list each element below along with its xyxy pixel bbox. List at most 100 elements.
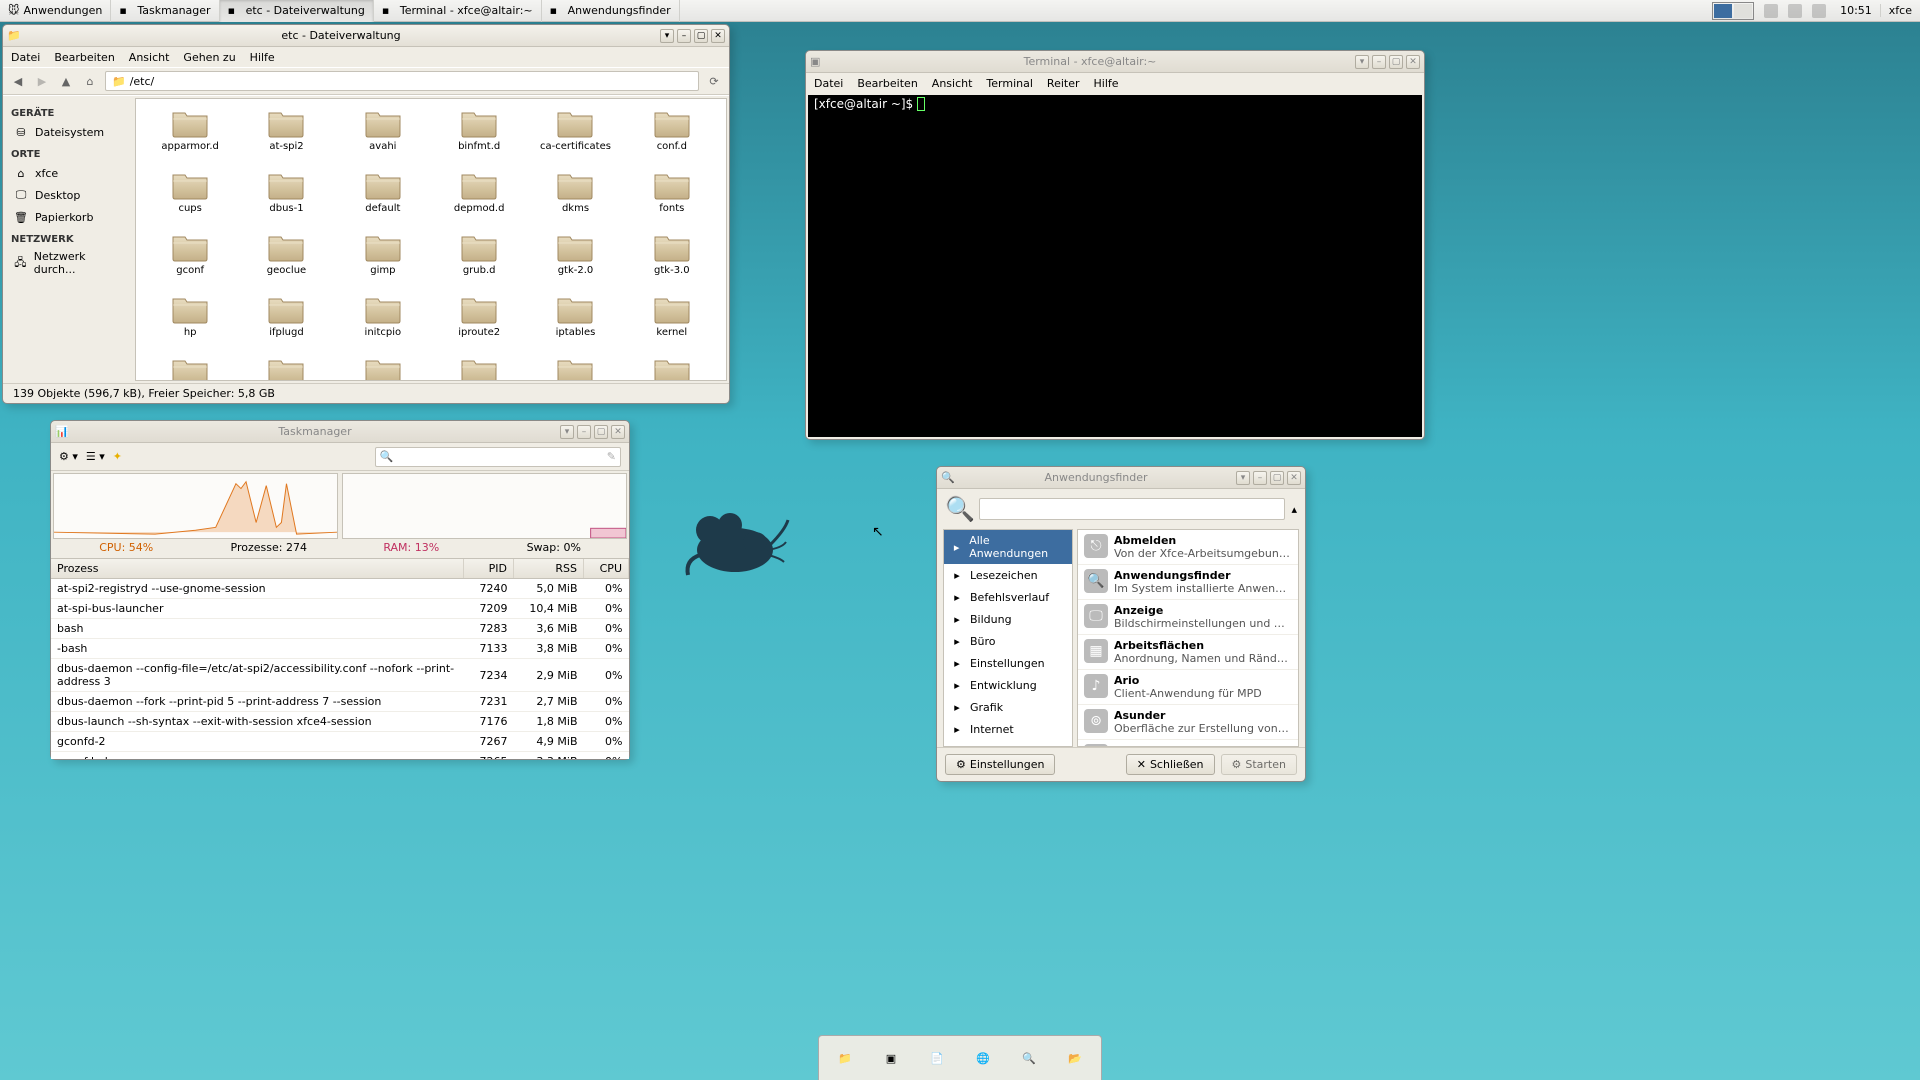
maximize-button[interactable]: ▢ bbox=[1270, 471, 1284, 485]
folder-item[interactable]: grub.d bbox=[431, 229, 527, 287]
folder-item[interactable]: gtk-2.0 bbox=[527, 229, 623, 287]
icon-view[interactable]: apparmor.dat-spi2avahibinfmt.dca-certifi… bbox=[135, 98, 727, 381]
view-icon[interactable]: ☰ ▾ bbox=[86, 450, 105, 463]
sidebar-item[interactable]: ⌂xfce bbox=[7, 162, 129, 184]
folder-item[interactable]: dbus-1 bbox=[238, 167, 334, 225]
clear-icon[interactable]: ✎ bbox=[607, 450, 616, 463]
sidebar-item[interactable]: 🖵Desktop bbox=[7, 184, 129, 206]
search-input[interactable] bbox=[979, 498, 1285, 520]
settings-button[interactable]: ⚙Einstellungen bbox=[945, 754, 1055, 775]
workspace-pager[interactable] bbox=[1712, 2, 1754, 20]
folder-item[interactable]: at-spi2 bbox=[238, 105, 334, 163]
taskbar-item[interactable]: ▪Taskmanager bbox=[111, 0, 219, 22]
close-button[interactable]: ✕ bbox=[611, 425, 625, 439]
minimize-button[interactable]: – bbox=[1253, 471, 1267, 485]
app-item[interactable]: ♪ArioClient-Anwendung für MPD bbox=[1078, 670, 1298, 705]
app-item[interactable]: ⊚AsunderOberfläche zur Erstellung von A.… bbox=[1078, 705, 1298, 740]
titlebar[interactable]: 📁 etc - Dateiverwaltung ▾ – ▢ ✕ bbox=[3, 25, 729, 47]
maximize-button[interactable]: ▢ bbox=[594, 425, 608, 439]
search-input[interactable] bbox=[393, 450, 607, 463]
folder-item[interactable]: iptables bbox=[527, 291, 623, 349]
start-button[interactable]: ⚙Starten bbox=[1221, 754, 1298, 775]
category-list[interactable]: ▸Alle Anwendungen▸Lesezeichen▸Befehlsver… bbox=[943, 529, 1073, 747]
menu-item[interactable]: Bearbeiten bbox=[857, 77, 917, 90]
menu-item[interactable]: Hilfe bbox=[1094, 77, 1119, 90]
folder-item[interactable]: apparmor.d bbox=[142, 105, 238, 163]
workspace-2[interactable] bbox=[1734, 4, 1752, 18]
taskbar-item[interactable]: ▪Terminal - xfce@altair:~ bbox=[374, 0, 542, 22]
folder-item[interactable] bbox=[431, 353, 527, 381]
terminal-body[interactable]: [xfce@altair ~]$ bbox=[808, 95, 1422, 437]
app-item[interactable]: 🔍AnwendungsfinderIm System installierte … bbox=[1078, 565, 1298, 600]
table-row[interactable]: dbus-launch --sh-syntax --exit-with-sess… bbox=[51, 712, 629, 732]
minimize-button[interactable]: – bbox=[1372, 55, 1386, 69]
table-row[interactable]: -bash71333,8 MiB0% bbox=[51, 639, 629, 659]
menu-item[interactable]: Ansicht bbox=[932, 77, 973, 90]
dock-filemanager[interactable]: 📁 bbox=[827, 1040, 863, 1076]
user-menu[interactable]: xfce bbox=[1880, 4, 1920, 17]
dock-appfinder[interactable]: 🔍 bbox=[1011, 1040, 1047, 1076]
folder-item[interactable]: geoclue bbox=[238, 229, 334, 287]
menu-button[interactable]: ▾ bbox=[660, 29, 674, 43]
sidebar-item[interactable]: 🗑Papierkorb bbox=[7, 206, 129, 228]
search-field[interactable]: 🔍 ✎ bbox=[375, 447, 622, 467]
sidebar-item[interactable]: 🖧Netzwerk durch... bbox=[7, 247, 129, 279]
up-icon[interactable]: ▲ bbox=[57, 72, 75, 90]
sidebar-item[interactable]: ⛁Dateisystem bbox=[7, 121, 129, 143]
star-icon[interactable]: ✦ bbox=[113, 450, 122, 463]
category-item[interactable]: ▸Bildung bbox=[944, 608, 1072, 630]
close-button[interactable]: ✕Schließen bbox=[1126, 754, 1215, 775]
table-row[interactable]: gconf-helper72653,3 MiB0% bbox=[51, 752, 629, 760]
folder-item[interactable]: hp bbox=[142, 291, 238, 349]
maximize-button[interactable]: ▢ bbox=[694, 29, 708, 43]
folder-item[interactable] bbox=[335, 353, 431, 381]
titlebar[interactable]: ▣ Terminal - xfce@altair:~ ▾ – ▢ ✕ bbox=[806, 51, 1424, 73]
maximize-button[interactable]: ▢ bbox=[1389, 55, 1403, 69]
col-pid[interactable]: PID bbox=[464, 559, 514, 579]
app-list[interactable]: ⎋AbmeldenVon der Xfce-Arbeitsumgebung ..… bbox=[1077, 529, 1299, 747]
dock-folder[interactable]: 📂 bbox=[1057, 1040, 1093, 1076]
table-row[interactable]: dbus-daemon --fork --print-pid 5 --print… bbox=[51, 692, 629, 712]
menu-item[interactable]: Datei bbox=[11, 51, 40, 64]
category-item[interactable]: ▸Befehlsverlauf bbox=[944, 586, 1072, 608]
folder-item[interactable]: ca-certificates bbox=[527, 105, 623, 163]
taskbar-item[interactable]: ▪etc - Dateiverwaltung bbox=[220, 0, 374, 22]
folder-item[interactable]: conf.d bbox=[624, 105, 720, 163]
close-button[interactable]: ✕ bbox=[1406, 55, 1420, 69]
folder-item[interactable]: iproute2 bbox=[431, 291, 527, 349]
folder-item[interactable]: cups bbox=[142, 167, 238, 225]
col-rss[interactable]: RSS bbox=[514, 559, 584, 579]
folder-item[interactable]: gconf bbox=[142, 229, 238, 287]
clock[interactable]: 10:51 bbox=[1832, 4, 1880, 17]
app-item[interactable]: ▦ArbeitsflächenAnordnung, Namen und Ränd… bbox=[1078, 635, 1298, 670]
titlebar[interactable]: 📊 Taskmanager ▾ – ▢ ✕ bbox=[51, 421, 629, 443]
folder-item[interactable]: gtk-3.0 bbox=[624, 229, 720, 287]
collapse-icon[interactable]: ▴ bbox=[1291, 503, 1297, 516]
col-process[interactable]: Prozess bbox=[51, 559, 464, 579]
dock-browser[interactable]: 🌐 bbox=[965, 1040, 1001, 1076]
titlebar[interactable]: 🔍 Anwendungsfinder ▾ – ▢ ✕ bbox=[937, 467, 1305, 489]
menu-item[interactable]: Ansicht bbox=[129, 51, 170, 64]
folder-item[interactable] bbox=[238, 353, 334, 381]
folder-item[interactable]: default bbox=[335, 167, 431, 225]
close-button[interactable]: ✕ bbox=[1287, 471, 1301, 485]
category-item[interactable]: ▸Grafik bbox=[944, 696, 1072, 718]
menu-item[interactable]: Terminal bbox=[986, 77, 1033, 90]
tray-icon[interactable] bbox=[1788, 4, 1802, 18]
tray-icon[interactable] bbox=[1764, 4, 1778, 18]
col-cpu[interactable]: CPU bbox=[584, 559, 629, 579]
folder-item[interactable]: gimp bbox=[335, 229, 431, 287]
category-item[interactable]: ▸Internet bbox=[944, 718, 1072, 740]
close-button[interactable]: ✕ bbox=[711, 29, 725, 43]
menu-item[interactable]: Bearbeiten bbox=[54, 51, 114, 64]
menu-button[interactable]: ▾ bbox=[1355, 55, 1369, 69]
folder-item[interactable]: ifplugd bbox=[238, 291, 334, 349]
menu-item[interactable]: Datei bbox=[814, 77, 843, 90]
folder-item[interactable]: initcpio bbox=[335, 291, 431, 349]
tray-icon[interactable] bbox=[1812, 4, 1826, 18]
menu-button[interactable]: ▾ bbox=[1236, 471, 1250, 485]
path-bar[interactable]: 📁 /etc/ bbox=[105, 71, 699, 91]
menu-item[interactable]: Hilfe bbox=[250, 51, 275, 64]
folder-item[interactable]: dkms bbox=[527, 167, 623, 225]
applications-menu[interactable]: 🐭 Anwendungen bbox=[0, 0, 111, 22]
